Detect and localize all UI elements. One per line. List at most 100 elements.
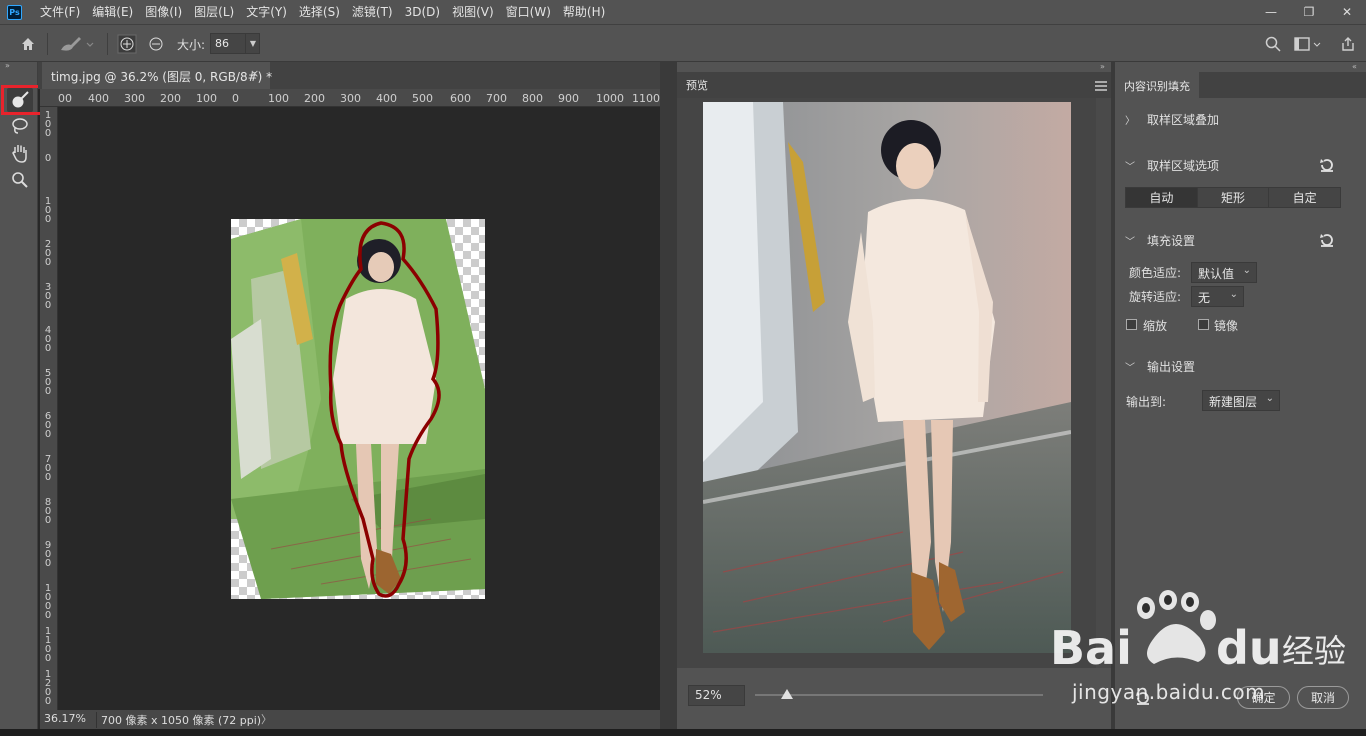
ruler-tick-label: 6 0 0	[44, 411, 52, 440]
ruler-tick-label: 9 0 0	[44, 540, 52, 569]
zoom-slider[interactable]	[755, 694, 1043, 696]
mode-rectangle[interactable]: 矩形	[1198, 188, 1270, 207]
menu-help[interactable]: 帮助(H)	[557, 0, 611, 24]
menu-select[interactable]: 选择(S)	[293, 0, 346, 24]
menu-view[interactable]: 视图(V)	[446, 0, 500, 24]
annotation-highlight-box	[1, 85, 43, 115]
ruler-tick-label: 7 0 0	[44, 454, 52, 483]
menu-image[interactable]: 图像(I)	[139, 0, 188, 24]
ruler-tick-label: 1 0 0 0	[44, 583, 52, 621]
scale-label: 缩放	[1143, 319, 1168, 333]
ruler-tick-label: 1100	[632, 92, 660, 105]
watermark-url: jingyan.baidu.com	[1072, 680, 1266, 704]
chevron-down-icon[interactable]: ▼	[245, 33, 260, 54]
preview-scrollbar[interactable]	[1096, 98, 1111, 668]
size-label: 大小:	[177, 38, 206, 52]
tools-panel: »	[0, 62, 43, 736]
watermark-product: 经验	[1282, 632, 1346, 670]
ruler-tick-label: 900	[558, 92, 579, 105]
bottom-strip	[0, 729, 1366, 736]
mode-custom[interactable]: 自定	[1269, 188, 1340, 207]
panel-menu-icon[interactable]	[1095, 80, 1107, 91]
zoom-icon[interactable]	[7, 168, 33, 192]
separator	[47, 33, 48, 55]
document-status-bar: 36.17% 700 像素 x 1050 像素 (72 ppi) 〉	[40, 710, 660, 729]
ruler-tick-label: 00	[58, 92, 72, 105]
close-button[interactable]: ✕	[1328, 0, 1366, 24]
menu-type[interactable]: 文字(Y)	[240, 0, 293, 24]
collapse-icon[interactable]: »	[1100, 62, 1105, 71]
brush-preset-icon[interactable]	[58, 34, 96, 54]
search-icon[interactable]	[1263, 34, 1283, 54]
horizontal-ruler: 00 400 300 200 100 0 100 200 300 400 500 600 700 800 9…	[40, 89, 660, 107]
section-sampling-overlay[interactable]: 〉 取样区域叠加	[1125, 111, 1219, 128]
zoom-level[interactable]: 36.17%	[44, 712, 86, 725]
close-icon[interactable]: ×	[250, 67, 259, 80]
menu-file[interactable]: 文件(F)	[34, 0, 86, 24]
section-label: 取样区域选项	[1147, 159, 1220, 173]
chevron-down-icon: ﹀	[1125, 237, 1135, 248]
tab-content-aware-fill[interactable]: 内容识别填充	[1115, 72, 1199, 98]
photoshop-logo: Ps	[7, 4, 22, 20]
ruler-tick-label: 4 0 0	[44, 325, 52, 354]
section-output-settings[interactable]: ﹀ 输出设置	[1125, 358, 1195, 375]
section-sampling-options[interactable]: ﹀ 取样区域选项	[1125, 157, 1219, 174]
chevron-right-icon[interactable]: 〉	[261, 711, 272, 727]
lasso-icon[interactable]	[7, 114, 33, 138]
ruler-tick-label: 600	[450, 92, 471, 105]
mirror-checkbox[interactable]	[1198, 319, 1209, 330]
output-to-select[interactable]: 新建图层 ⌄	[1202, 390, 1280, 411]
collapse-icon[interactable]: »	[0, 62, 38, 72]
ruler-tick-label: 300	[124, 92, 145, 105]
ruler-tick-label: 1 1 0 0	[44, 626, 52, 664]
section-label: 取样区域叠加	[1147, 113, 1220, 127]
chevron-down-icon: ﹀	[1125, 363, 1135, 374]
subtract-mode-icon[interactable]	[146, 34, 166, 54]
color-adapt-select[interactable]: 默认值 ⌄	[1191, 262, 1257, 283]
ruler-tick-label: 1000	[596, 92, 624, 105]
document-image[interactable]	[231, 219, 485, 599]
add-mode-icon[interactable]	[117, 34, 137, 54]
ruler-tick-label: 100	[268, 92, 289, 105]
menu-bar: Ps 文件(F) 编辑(E) 图像(I) 图层(L) 文字(Y) 选择(S) 滤…	[0, 0, 1366, 24]
section-label: 填充设置	[1147, 234, 1196, 248]
mode-auto[interactable]: 自动	[1126, 188, 1198, 207]
hand-icon[interactable]	[7, 141, 33, 165]
select-value: 无	[1198, 291, 1211, 305]
select-value: 默认值	[1198, 267, 1235, 281]
collapse-icon[interactable]: «	[1352, 62, 1357, 71]
minimize-button[interactable]: —	[1252, 0, 1290, 24]
menu-filter[interactable]: 滤镜(T)	[346, 0, 399, 24]
menu-layer[interactable]: 图层(L)	[188, 0, 240, 24]
ruler-tick-label: 400	[376, 92, 397, 105]
workspace-icon[interactable]	[1293, 34, 1323, 54]
color-adapt-label: 颜色适应:	[1129, 266, 1182, 280]
menu-edit[interactable]: 编辑(E)	[86, 0, 139, 24]
ruler-tick-label: 0	[44, 153, 52, 164]
reset-icon[interactable]	[1318, 156, 1336, 174]
menu-3d[interactable]: 3D(D)	[399, 0, 446, 24]
section-fill-settings[interactable]: ﹀ 填充设置	[1125, 232, 1195, 249]
reset-icon[interactable]	[1318, 231, 1336, 249]
chevron-down-icon: ⌄	[1229, 289, 1238, 300]
chevron-down-icon: ⌄	[1242, 265, 1251, 276]
ruler-tick-label: 5 0 0	[44, 368, 52, 397]
chevron-right-icon: 〉	[1125, 116, 1135, 127]
section-label: 输出设置	[1147, 360, 1196, 374]
ruler-tick-label: 2 0 0	[44, 239, 52, 268]
mirror-label: 镜像	[1214, 319, 1239, 333]
restore-button[interactable]: ❐	[1290, 0, 1328, 24]
share-icon[interactable]	[1338, 34, 1358, 54]
rotate-adapt-select[interactable]: 无 ⌄	[1191, 286, 1244, 307]
menu-window[interactable]: 窗口(W)	[500, 0, 557, 24]
preview-zoom-input[interactable]: 52%	[688, 685, 745, 706]
home-icon[interactable]	[18, 34, 38, 54]
zoom-slider-thumb[interactable]	[780, 689, 793, 699]
ruler-tick-label: 400	[88, 92, 109, 105]
preview-image	[703, 102, 1071, 653]
scale-checkbox[interactable]	[1126, 319, 1137, 330]
ruler-tick-label: 200	[304, 92, 325, 105]
window-controls: — ❐ ✕	[1252, 0, 1366, 24]
document-tab[interactable]: timg.jpg @ 36.2% (图层 0, RGB/8#) *	[42, 62, 272, 89]
sampling-mode-selector: 自动 矩形 自定	[1125, 187, 1341, 208]
